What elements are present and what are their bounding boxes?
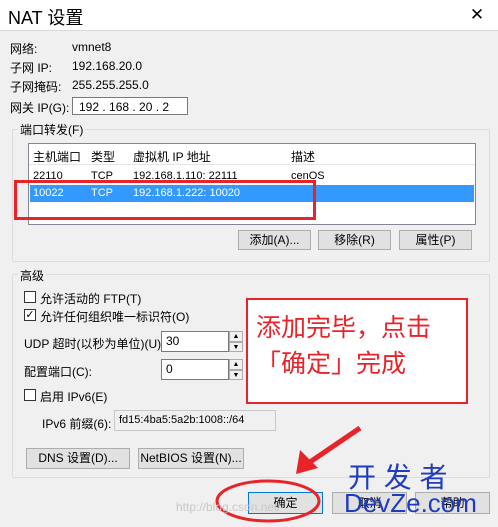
watermark-blog: http://blog.csdn.net/ xyxy=(176,500,281,514)
watermark-devze: DevZe.com xyxy=(344,488,477,518)
arrowhead-icon xyxy=(296,450,318,474)
annotation-overlay xyxy=(215,425,362,523)
